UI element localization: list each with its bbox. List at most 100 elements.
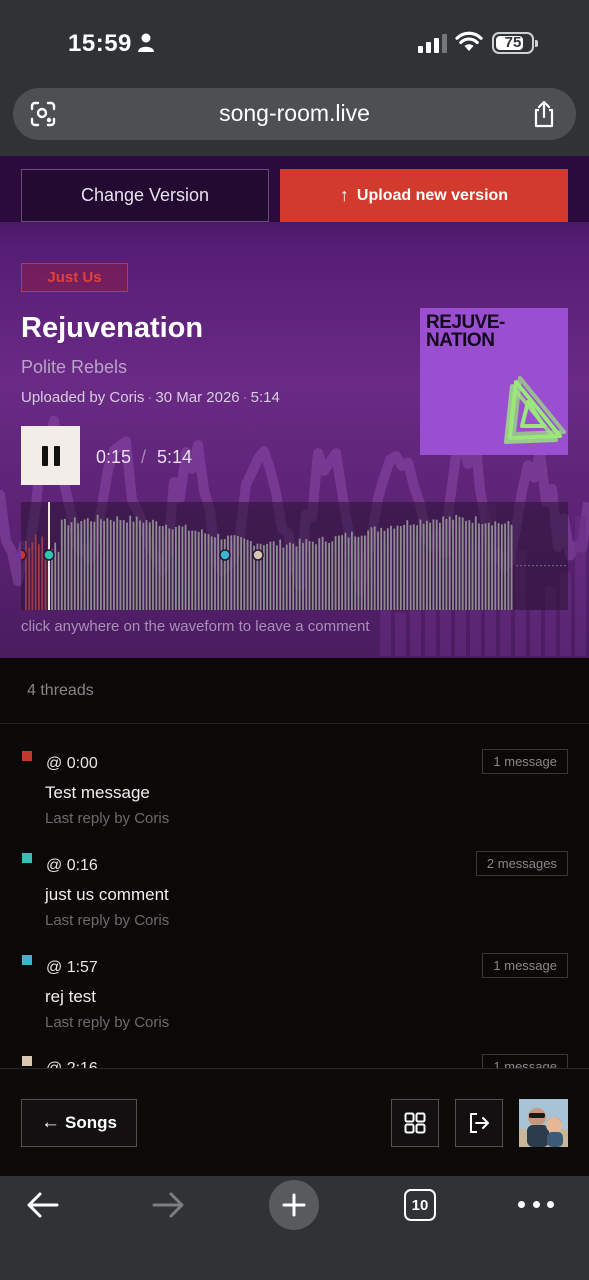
waveform-bar xyxy=(70,522,73,610)
tab-switcher-button[interactable]: 10 xyxy=(404,1189,436,1221)
threads-panel: 4 threads @ 0:00 Test message Last reply… xyxy=(0,658,589,1068)
bg-bar xyxy=(395,612,406,656)
waveform-bar xyxy=(210,536,213,610)
waveform-tail xyxy=(560,565,562,567)
waveform-bar xyxy=(452,519,454,610)
songs-back-button[interactable]: ← Songs xyxy=(21,1099,137,1147)
thread-message: rej test xyxy=(45,987,97,1006)
waveform-bar xyxy=(103,520,105,610)
thread-timestamp: @ 0:16 xyxy=(46,857,98,874)
waveform-bar xyxy=(214,537,216,610)
back-arrow-icon[interactable] xyxy=(25,1191,61,1219)
waveform-bar xyxy=(302,542,304,610)
waveform[interactable] xyxy=(21,502,568,610)
waveform-bar xyxy=(142,522,145,610)
logout-button[interactable] xyxy=(455,1099,503,1147)
waveform-bar xyxy=(416,525,418,610)
waveform-bar xyxy=(396,525,399,610)
change-version-button[interactable]: Change Version xyxy=(21,169,269,222)
waveform-bar xyxy=(367,530,370,610)
avatar[interactable] xyxy=(519,1099,568,1147)
thread-item[interactable]: @ 2:16 1 message xyxy=(0,1054,589,1068)
waveform-bar xyxy=(158,526,161,610)
waveform-bar xyxy=(292,543,295,610)
uploaded-by: Uploaded by Coris xyxy=(21,389,145,406)
waveform-bar xyxy=(305,539,308,610)
waveform-bar xyxy=(178,525,180,610)
waveform-bar xyxy=(161,526,164,610)
waveform-bar xyxy=(429,522,431,610)
pause-button[interactable] xyxy=(21,426,80,485)
waveform-tail xyxy=(528,565,530,567)
waveform-bar xyxy=(474,516,477,610)
waveform-bar xyxy=(246,539,249,610)
thread-item[interactable]: @ 0:00 Test message Last reply by Coris … xyxy=(0,749,589,849)
thread-timestamp: @ 1:57 xyxy=(46,959,98,976)
grid-button[interactable] xyxy=(391,1099,439,1147)
waveform-bar xyxy=(129,515,132,610)
total-time: 5:14 xyxy=(157,447,193,467)
waveform-bar xyxy=(207,534,210,610)
current-time: 0:15 xyxy=(96,447,132,467)
waveform-bar xyxy=(315,544,317,610)
waveform-bar xyxy=(455,514,458,610)
waveform-bar xyxy=(152,519,154,610)
bg-bar xyxy=(575,515,586,656)
waveform-bar xyxy=(233,535,236,610)
upload-new-version-button[interactable]: ↑ Upload new version xyxy=(280,169,568,222)
pause-icon xyxy=(41,445,48,466)
threads-count: 4 threads xyxy=(27,682,94,699)
waveform-bar xyxy=(458,516,461,610)
waveform-bar xyxy=(328,543,330,610)
waveform-bar xyxy=(135,516,138,610)
song-artist: Polite Rebels xyxy=(21,357,128,377)
app-bottom-bar: ← Songs xyxy=(0,1068,589,1175)
waveform-bar xyxy=(471,522,474,610)
waveform-bar xyxy=(191,530,194,610)
waveform-bar xyxy=(461,517,464,610)
new-tab-button[interactable] xyxy=(269,1180,319,1230)
waveform-bar xyxy=(347,537,350,610)
waveform-bar xyxy=(272,541,275,610)
waveform-bar xyxy=(494,521,497,610)
upload-arrow-icon: ↑ xyxy=(339,185,349,205)
thread-color-marker xyxy=(22,1056,32,1066)
waveform-bar xyxy=(331,541,334,610)
waveform-bar xyxy=(432,519,435,610)
waveform-bar xyxy=(34,534,37,610)
waveform-bar xyxy=(276,545,278,610)
song-title: Rejuvenation xyxy=(21,312,204,344)
waveform-bar xyxy=(497,523,500,610)
cover-art-triangle xyxy=(504,376,566,444)
thread-item[interactable]: @ 1:57 rej test Last reply by Coris 1 me… xyxy=(0,953,589,1053)
back-arrow-glyph: ← xyxy=(41,1112,61,1133)
waveform-bar xyxy=(80,521,83,610)
waveform-bar xyxy=(298,538,301,610)
waveform-bar xyxy=(426,520,428,610)
comment-marker xyxy=(219,549,231,561)
waveform-bar xyxy=(139,520,141,610)
address-bar[interactable]: song-room.live xyxy=(13,88,576,140)
share-icon[interactable] xyxy=(532,100,556,128)
waveform-bar xyxy=(119,519,122,610)
waveform-bar xyxy=(478,523,480,610)
message-count-badge: 1 message xyxy=(482,953,568,978)
waveform-bar xyxy=(41,536,44,610)
upload-date: 30 Mar 2026 xyxy=(155,389,240,406)
waveform-bar xyxy=(448,516,451,610)
waveform-tail xyxy=(544,565,546,567)
waveform-bar xyxy=(148,522,151,610)
waveform-tail xyxy=(516,565,518,567)
bg-bar xyxy=(425,604,436,656)
thread-item[interactable]: @ 0:16 just us comment Last reply by Cor… xyxy=(0,851,589,951)
grid-icon xyxy=(404,1112,426,1134)
waveform-tail xyxy=(540,565,542,567)
waveform-bar xyxy=(487,522,490,610)
waveform-bar xyxy=(181,526,184,610)
forward-arrow-icon[interactable] xyxy=(150,1191,186,1219)
album-cover: REJUVE- NATION xyxy=(420,308,568,455)
bg-bar xyxy=(440,607,451,656)
waveform-bar xyxy=(334,536,337,610)
more-icon[interactable] xyxy=(518,1192,554,1216)
version-tag[interactable]: Just Us xyxy=(21,263,128,292)
